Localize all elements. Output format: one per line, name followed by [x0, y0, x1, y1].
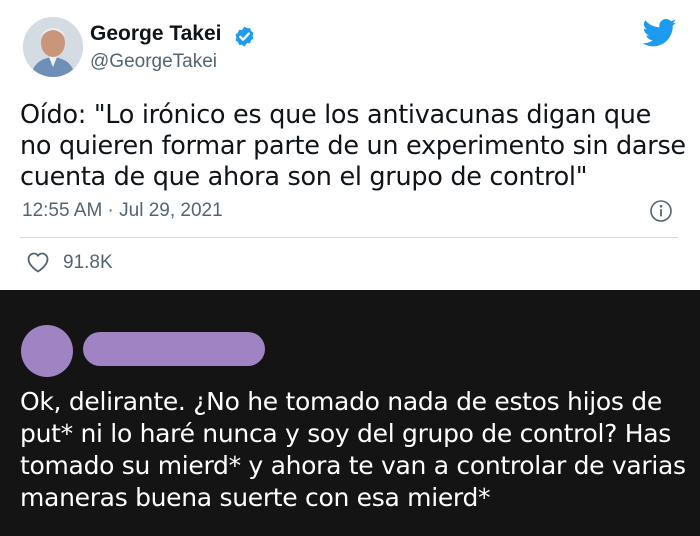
divider — [20, 237, 678, 238]
reply-text: Ok, delirante. ¿No he tomado nada de est… — [20, 387, 686, 512]
heart-icon[interactable] — [26, 251, 50, 273]
twitter-bird-icon[interactable] — [643, 18, 677, 48]
tweet-timestamp[interactable]: 12:55 AM · Jul 29, 2021 — [22, 200, 223, 222]
tweet-text: Oído: "Lo irónico es que los antivacunas… — [20, 100, 686, 192]
author-handle[interactable]: @GeorgeTakei — [90, 51, 217, 73]
avatar-photo — [23, 17, 83, 77]
reply-card: Ok, delirante. ¿No he tomado nada de est… — [0, 290, 700, 536]
like-count[interactable]: 91.8K — [63, 252, 113, 274]
redacted-avatar — [21, 325, 73, 377]
author-name[interactable]: George Takei — [90, 22, 222, 46]
verified-icon — [235, 26, 254, 47]
info-icon[interactable] — [649, 199, 673, 223]
avatar[interactable] — [23, 17, 83, 77]
redacted-username — [83, 332, 265, 366]
tweet-card: George Takei @GeorgeTakei Oído: "Lo irón… — [0, 0, 700, 290]
